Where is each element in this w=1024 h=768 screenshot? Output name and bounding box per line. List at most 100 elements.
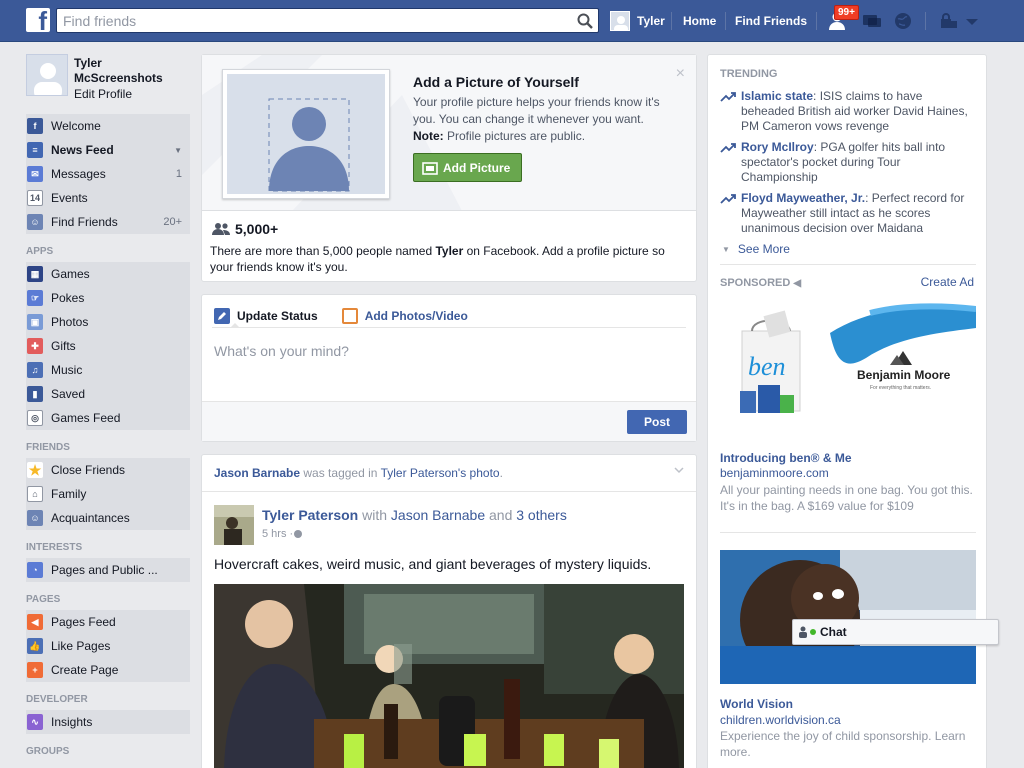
status-composer: Update Status Add Photos/Video What's on… <box>201 294 697 442</box>
megaphone-icon: ◀ <box>793 278 802 289</box>
see-more-link[interactable]: ▼ See More <box>722 242 790 256</box>
account-settings-chevron-down-icon[interactable] <box>964 11 980 31</box>
section-title-interests[interactable]: INTERESTS <box>26 538 190 558</box>
divider <box>212 327 686 328</box>
nav-apps-section: APPS ▦ Games ☞ Pokes ▣ Photos ✚ Gifts ♫ Music… <box>26 242 190 430</box>
profile-name[interactable]: Tyler McScreenshots <box>74 56 163 86</box>
tab-update-status[interactable]: Update Status <box>214 308 318 324</box>
photos-icon: ▣ <box>27 314 43 330</box>
post-button[interactable]: Post <box>627 410 687 434</box>
ad-title-link[interactable]: Introducing ben® & Me <box>720 451 852 465</box>
nav-pages-section: PAGES ◀ Pages Feed 👍 Like Pages + Create Pa… <box>26 590 190 682</box>
ad-description: All your painting needs in one bag. You … <box>720 483 973 513</box>
section-title-apps[interactable]: APPS <box>26 242 190 262</box>
search-input[interactable] <box>57 9 557 32</box>
create-ad-link[interactable]: Create Ad <box>921 275 974 289</box>
story-context-photo-link[interactable]: Tyler Paterson's photo <box>381 466 500 480</box>
sidebar-item-games[interactable]: ▦ Games <box>26 262 190 286</box>
sidebar-item-games-feed[interactable]: ◎ Games Feed <box>26 406 190 430</box>
others-link[interactable]: 3 others <box>516 507 567 523</box>
sidebar-item-welcome[interactable]: f Welcome <box>26 114 190 138</box>
top-bar: f Tyler Home Find Friends 99+ <box>0 0 1024 42</box>
trending-item[interactable]: Rory McIlroy: PGA golfer hits ball into … <box>720 140 976 185</box>
sidebar-item-pages-feed[interactable]: ◀ Pages Feed <box>26 610 190 634</box>
photo-icon <box>341 308 358 324</box>
nav-find-friends-link[interactable]: Find Friends <box>735 14 807 28</box>
sidebar-item-find-friends[interactable]: ☺ Find Friends 20+ <box>26 210 190 234</box>
section-title-friends[interactable]: FRIENDS <box>26 438 190 458</box>
chevron-down-icon[interactable] <box>674 465 684 475</box>
privacy-lock-icon[interactable] <box>938 11 960 31</box>
facebook-logo[interactable]: f <box>26 8 50 34</box>
rss-icon: ◔ <box>27 562 43 578</box>
sidebar-item-gifts[interactable]: ✚ Gifts <box>26 334 190 358</box>
nav-groups-section: GROUPS <box>26 742 190 762</box>
ad-description: Experience the joy of child sponsorship.… <box>720 729 966 759</box>
sidebar-item-family[interactable]: ⌂ Family <box>26 482 190 506</box>
sidebar-item-news-feed[interactable]: ≡ News Feed ▼ <box>26 138 190 162</box>
sidebar-item-insights[interactable]: ∿ Insights <box>26 710 190 734</box>
messages-jewel-icon[interactable] <box>861 11 883 31</box>
nav-home-link[interactable]: Home <box>683 14 716 28</box>
author-name-link[interactable]: Tyler Paterson <box>262 507 358 523</box>
search-box[interactable] <box>56 8 599 33</box>
music-icon: ♫ <box>27 362 43 378</box>
status-input[interactable]: What's on your mind? <box>214 343 349 359</box>
ad-image-benjamin-moore[interactable]: ben Benjamin Moore For everything that m… <box>720 303 976 443</box>
profile-picture-placeholder[interactable] <box>26 54 68 96</box>
close-icon[interactable]: × <box>676 65 685 83</box>
ad-image-world-vision[interactable] <box>720 550 976 684</box>
trending-item[interactable]: Floyd Mayweather, Jr.: Perfect record fo… <box>720 191 976 236</box>
story-photo[interactable] <box>214 584 684 768</box>
add-picture-button[interactable]: Add Picture <box>413 153 522 182</box>
ad-url-link[interactable]: children.worldvision.ca <box>720 713 841 727</box>
nav-friends-section: FRIENDS ★ Close Friends ⌂ Family ☺ Acquaint… <box>26 438 190 530</box>
story-text: Hovercraft cakes, weird music, and giant… <box>214 556 652 572</box>
chevron-down-icon[interactable]: ▼ <box>174 146 182 155</box>
sidebar-item-acquaintances[interactable]: ☺ Acquaintances <box>26 506 190 530</box>
globe-icon <box>294 530 303 538</box>
tagged-user-link[interactable]: Jason Barnabe <box>391 507 485 523</box>
trending-arrow-icon <box>720 194 736 204</box>
divider <box>720 264 976 265</box>
profile-prompt-description: Your profile picture helps your friends … <box>413 95 660 143</box>
sidebar-item-messages[interactable]: ✉ Messages 1 <box>26 162 190 186</box>
sidebar-item-saved[interactable]: ▮ Saved <box>26 382 190 406</box>
story-timestamp[interactable]: 5 hrs · <box>262 528 303 540</box>
sidebar-item-photos[interactable]: ▣ Photos <box>26 310 190 334</box>
chat-tab[interactable]: Chat <box>792 619 999 645</box>
story-context-user-link[interactable]: Jason Barnabe <box>214 466 300 480</box>
composer-footer: Post <box>202 401 696 441</box>
edit-profile-link[interactable]: Edit Profile <box>74 87 132 101</box>
sidebar-item-like-pages[interactable]: 👍 Like Pages <box>26 634 190 658</box>
sidebar-item-create-page[interactable]: + Create Page <box>26 658 190 682</box>
right-column: TRENDING Islamic state: ISIS claims to h… <box>707 54 987 768</box>
sidebar-item-close-friends[interactable]: ★ Close Friends <box>26 458 190 482</box>
games-icon: ▦ <box>27 266 43 282</box>
messages-count: 1 <box>175 168 182 180</box>
section-title-groups[interactable]: GROUPS <box>26 742 190 762</box>
nav-user[interactable]: Tyler <box>610 9 665 33</box>
sidebar-item-events[interactable]: 14 Events <box>26 186 190 210</box>
section-title-pages[interactable]: PAGES <box>26 590 190 610</box>
profile-prompt-title: Add a Picture of Yourself <box>413 74 579 90</box>
profile-header: Tyler McScreenshots Edit Profile <box>26 54 190 104</box>
notifications-globe-icon[interactable] <box>892 11 914 31</box>
story-context: Jason Barnabe was tagged in Tyler Paters… <box>214 466 503 480</box>
sidebar-item-pokes[interactable]: ☞ Pokes <box>26 286 190 310</box>
trending-item[interactable]: Islamic state: ISIS claims to have behea… <box>720 89 976 134</box>
sidebar-item-music[interactable]: ♫ Music <box>26 358 190 382</box>
ad-title-link[interactable]: World Vision <box>720 697 793 711</box>
ad-url-link[interactable]: benjaminmoore.com <box>720 466 829 480</box>
author-avatar[interactable] <box>214 505 254 545</box>
search-icon[interactable] <box>576 12 594 30</box>
gamepad-icon: ◎ <box>27 410 43 426</box>
tab-add-photos-video[interactable]: Add Photos/Video <box>341 308 468 324</box>
section-title-developer[interactable]: DEVELOPER <box>26 690 190 710</box>
svg-text:ben: ben <box>748 352 786 381</box>
profile-picture-frame[interactable] <box>222 69 390 199</box>
tab-indicator <box>230 323 240 328</box>
people-count: 5,000+ <box>211 221 278 237</box>
family-icon: ⌂ <box>27 486 43 502</box>
sidebar-item-pages-and-public[interactable]: ◔ Pages and Public ... <box>26 558 190 582</box>
